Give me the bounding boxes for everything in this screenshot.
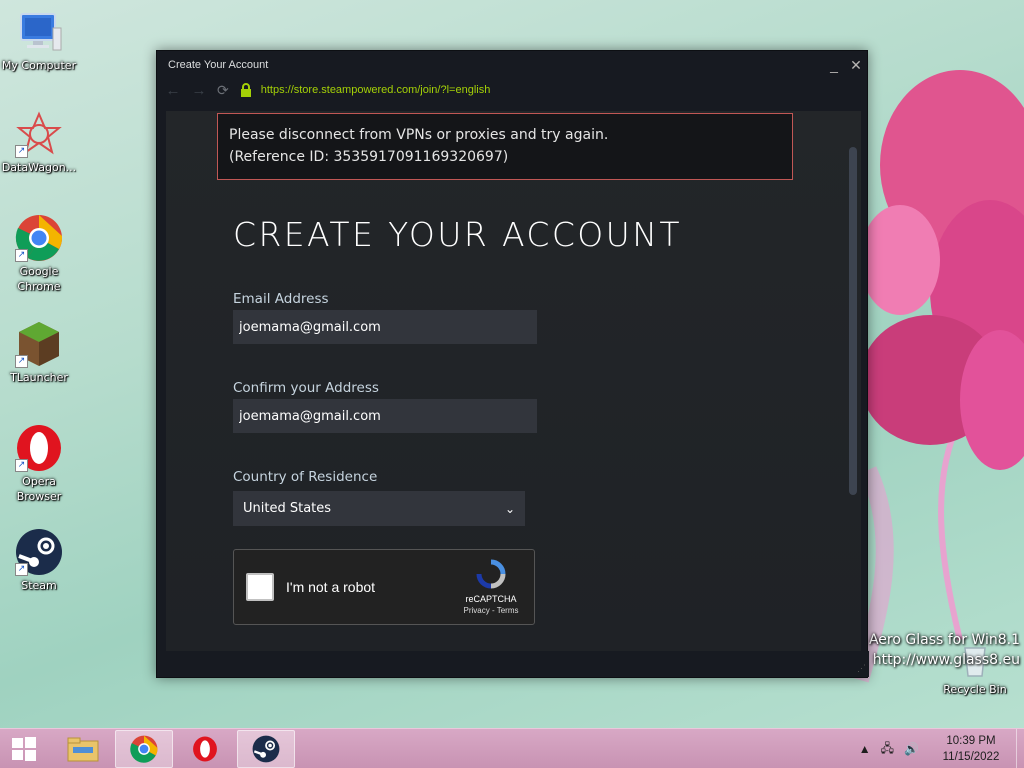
desktop-icon-steam[interactable]: ↗ Steam	[0, 528, 78, 593]
lock-icon	[240, 83, 251, 97]
refresh-icon[interactable]: ⟳	[217, 82, 229, 99]
clock-time: 10:39 PM	[946, 735, 996, 747]
error-reference: (Reference ID: 3535917091169320697)	[229, 149, 509, 165]
desktop-icon-label: Google Chrome	[17, 265, 61, 293]
back-arrow-icon[interactable]: ←	[165, 82, 181, 99]
desktop-icon-my-computer[interactable]: My Computer	[0, 8, 78, 73]
computer-icon	[20, 13, 62, 51]
shortcut-arrow-icon: ↗	[15, 145, 28, 158]
desktop-icon-tlauncher[interactable]: ↗ TLauncher	[0, 320, 78, 385]
desktop-icon-label: My Computer	[1, 59, 77, 72]
shortcut-arrow-icon: ↗	[15, 355, 28, 368]
forward-arrow-icon[interactable]: →	[191, 82, 207, 99]
windows-logo-icon	[12, 736, 36, 761]
volume-icon[interactable]: 🔊	[904, 742, 919, 756]
show-hidden-icons-icon[interactable]: ▲	[859, 742, 871, 756]
window-title: Create Your Account	[168, 59, 269, 71]
error-line: Please disconnect from VPNs or proxies a…	[229, 127, 609, 143]
page-title: CREATE YOUR ACCOUNT	[233, 215, 682, 254]
chrome-icon	[130, 735, 158, 763]
taskbar-chrome[interactable]	[115, 729, 173, 768]
window-titlebar[interactable]: Create Your Account _ ✕	[157, 51, 867, 79]
watermark-line: Aero Glass for Win8.1	[868, 632, 1020, 648]
shortcut-arrow-icon: ↗	[15, 459, 28, 472]
email-field[interactable]	[233, 310, 537, 344]
desktop-icon-datawagon[interactable]: ↗ DataWagon...	[0, 110, 78, 175]
start-button[interactable]	[0, 729, 48, 768]
system-tray: ▲ 🖧 🔊 10:39 PM 11/15/2022	[854, 729, 1024, 768]
recaptcha-privacy-terms-link[interactable]: Privacy - Terms	[454, 605, 528, 617]
desktop-icon-label: Opera Browser	[16, 475, 62, 503]
close-button[interactable]: ✕	[845, 54, 867, 76]
resize-grip-icon[interactable]: ⋰	[857, 663, 866, 674]
scrollbar[interactable]	[849, 147, 857, 495]
recaptcha-label: I'm not a robot	[286, 579, 376, 595]
opera-icon	[193, 736, 217, 761]
aero-glass-watermark: Aero Glass for Win8.1 http://www.glass8.…	[869, 630, 1020, 670]
file-explorer-icon	[67, 737, 99, 761]
shortcut-arrow-icon: ↗	[15, 249, 28, 262]
taskbar: ▲ 🖧 🔊 10:39 PM 11/15/2022	[0, 728, 1024, 768]
recaptcha-brand: reCAPTCHA	[465, 593, 517, 604]
recaptcha-branding: reCAPTCHA Privacy - Terms	[454, 558, 528, 617]
steam-icon	[252, 735, 280, 762]
taskbar-opera[interactable]	[176, 730, 234, 768]
error-message: Please disconnect from VPNs or proxies a…	[217, 113, 793, 180]
recaptcha-logo-icon	[476, 559, 506, 588]
minimize-button[interactable]: _	[823, 54, 845, 76]
confirm-email-label: Confirm your Address	[233, 380, 379, 396]
recaptcha-widget: I'm not a robot reCAPTCHA Privacy - Term…	[233, 549, 535, 625]
country-select[interactable]: United States ⌄	[233, 491, 525, 526]
shortcut-arrow-icon: ↗	[15, 563, 28, 576]
recaptcha-checkbox[interactable]	[246, 573, 274, 601]
network-icon[interactable]: 🖧	[881, 739, 894, 760]
watermark-line: http://www.glass8.eu	[872, 652, 1020, 668]
taskbar-file-explorer[interactable]	[54, 730, 112, 768]
clock-date: 11/15/2022	[942, 751, 1000, 763]
browser-navbar: ← → ⟳ https://store.steampowered.com/joi…	[157, 79, 867, 101]
desktop-icon-label: TLauncher	[10, 371, 68, 384]
desktop-icon-label: Steam	[21, 579, 57, 592]
chevron-down-icon: ⌄	[504, 501, 515, 516]
desktop-icon-opera[interactable]: ↗ Opera Browser	[0, 424, 78, 504]
confirm-email-field[interactable]	[233, 399, 537, 433]
desktop-icon-label: Recycle Bin	[943, 683, 1007, 696]
email-label: Email Address	[233, 291, 329, 307]
show-desktop-button[interactable]	[1016, 729, 1024, 768]
country-select-value: United States	[243, 501, 332, 516]
window-bottom: ⋰	[157, 651, 869, 677]
country-label: Country of Residence	[233, 469, 378, 485]
create-account-window: Create Your Account _ ✕ ← → ⟳ https://st…	[156, 50, 869, 678]
desktop-icon-chrome[interactable]: ↗ Google Chrome	[0, 214, 78, 294]
desktop-icon-label: DataWagon...	[1, 161, 77, 174]
taskbar-steam[interactable]	[237, 729, 295, 768]
clock[interactable]: 10:39 PM 11/15/2022	[932, 733, 1010, 765]
page-content: Please disconnect from VPNs or proxies a…	[166, 111, 861, 651]
url-text[interactable]: https://store.steampowered.com/join/?l=e…	[261, 84, 491, 96]
